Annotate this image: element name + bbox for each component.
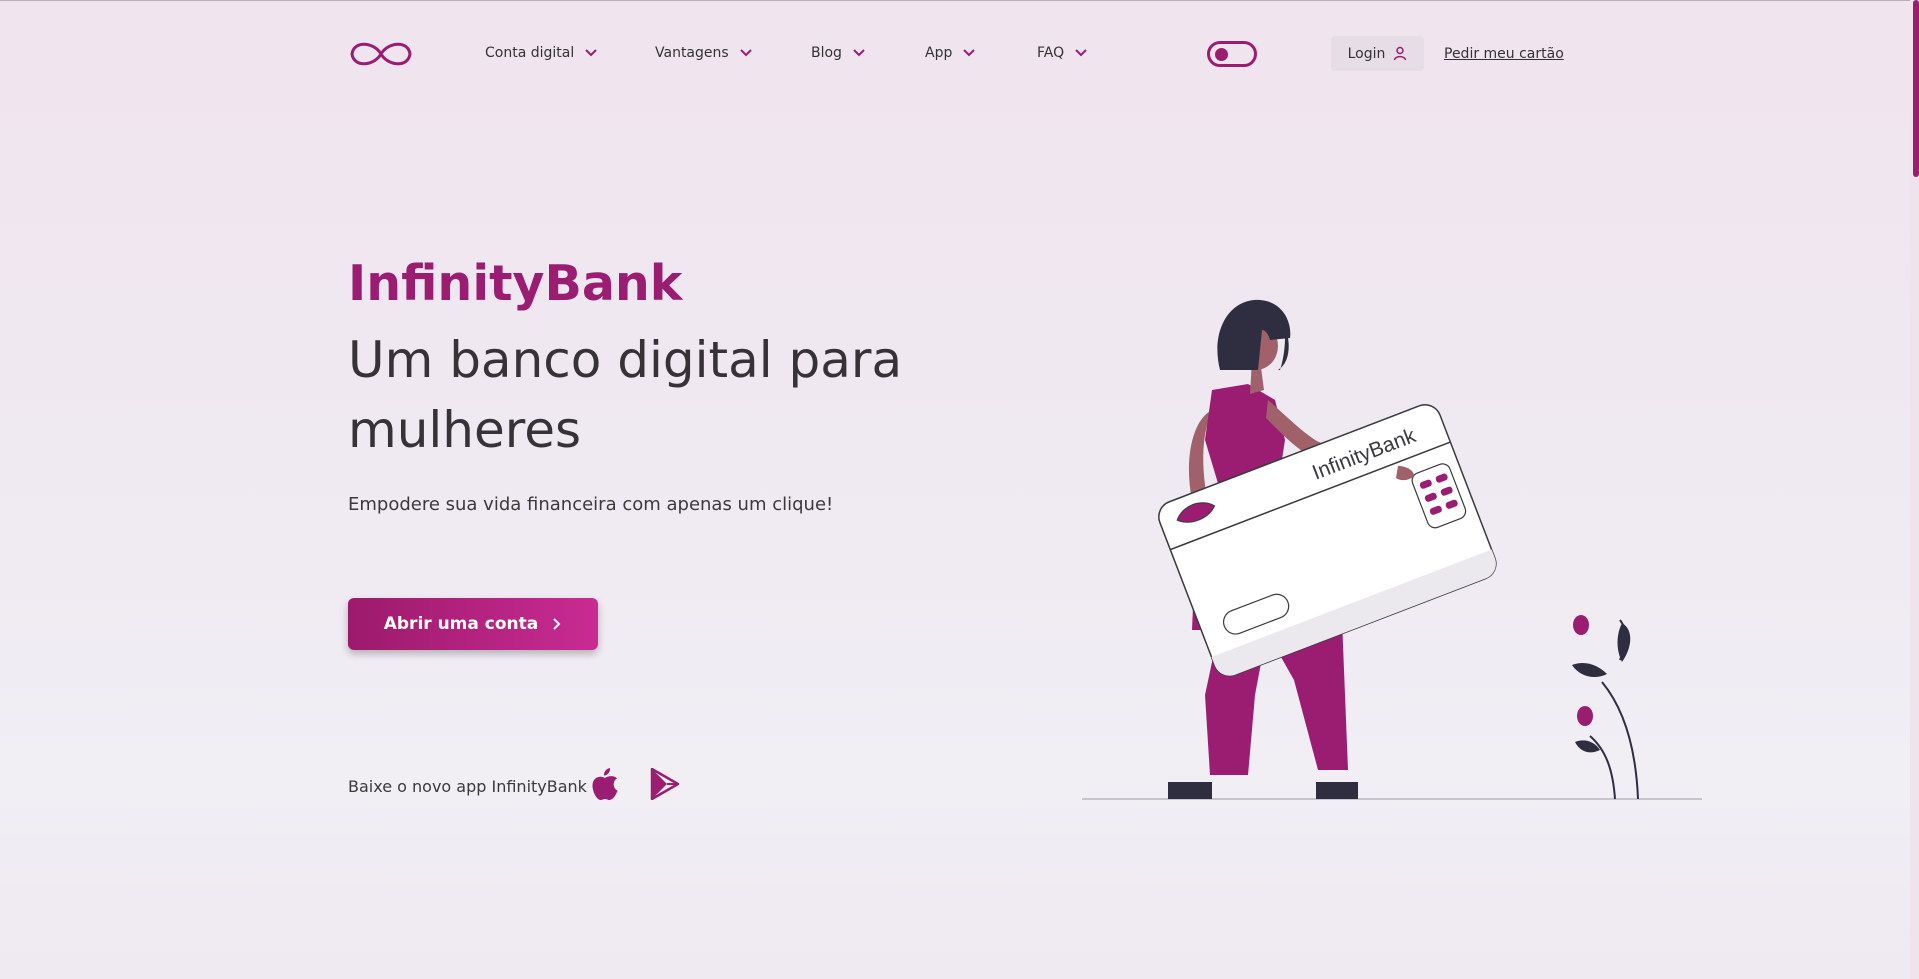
user-icon <box>1394 46 1407 61</box>
chevron-down-icon <box>1075 49 1087 57</box>
woman-holding-card-illustration: InfinityBank <box>1082 299 1702 800</box>
chevron-down-icon <box>853 49 865 57</box>
infinity-logo-icon[interactable] <box>348 38 414 70</box>
nav-label: Conta digital <box>485 45 575 61</box>
plant-illustration <box>1572 615 1639 800</box>
chevron-down-icon <box>585 49 597 57</box>
hero-subtitle: Empodere sua vida financeira com apenas … <box>348 494 834 515</box>
nav-label: FAQ <box>1037 45 1065 61</box>
chevron-right-icon <box>553 618 561 630</box>
nav-conta-digital[interactable]: Conta digital <box>485 45 598 61</box>
landing-page: Conta digital Vantagens Blog App FAQ Log… <box>0 0 1919 979</box>
nav-label: Vantagens <box>655 45 729 61</box>
nav-label: App <box>925 45 953 61</box>
chevron-down-icon <box>739 49 752 57</box>
google-play-icon[interactable] <box>650 768 680 800</box>
login-label: Login <box>1347 45 1386 62</box>
brand-title: InfinityBank <box>348 255 683 312</box>
login-button[interactable]: Login <box>1331 36 1424 71</box>
scrollbar-thumb[interactable] <box>1913 0 1919 177</box>
nav-app[interactable]: App <box>925 45 976 61</box>
download-label: Baixe o novo app InfinityBank <box>348 777 587 796</box>
apple-icon[interactable] <box>590 767 620 801</box>
chevron-down-icon <box>963 49 976 57</box>
nav-label: Blog <box>811 45 842 61</box>
nav-faq[interactable]: FAQ <box>1037 45 1088 61</box>
open-account-button[interactable]: Abrir uma conta <box>348 598 598 650</box>
hero-headline: Um banco digital para mulheres <box>348 331 903 459</box>
toggle-knob <box>1215 48 1228 61</box>
nav-vantagens[interactable]: Vantagens <box>655 45 753 61</box>
order-card-link[interactable]: Pedir meu cartão <box>1444 46 1564 62</box>
theme-toggle[interactable] <box>1207 41 1257 67</box>
nav-blog[interactable]: Blog <box>811 45 866 61</box>
top-border <box>0 0 1919 1</box>
open-account-label: Abrir uma conta <box>383 614 539 634</box>
